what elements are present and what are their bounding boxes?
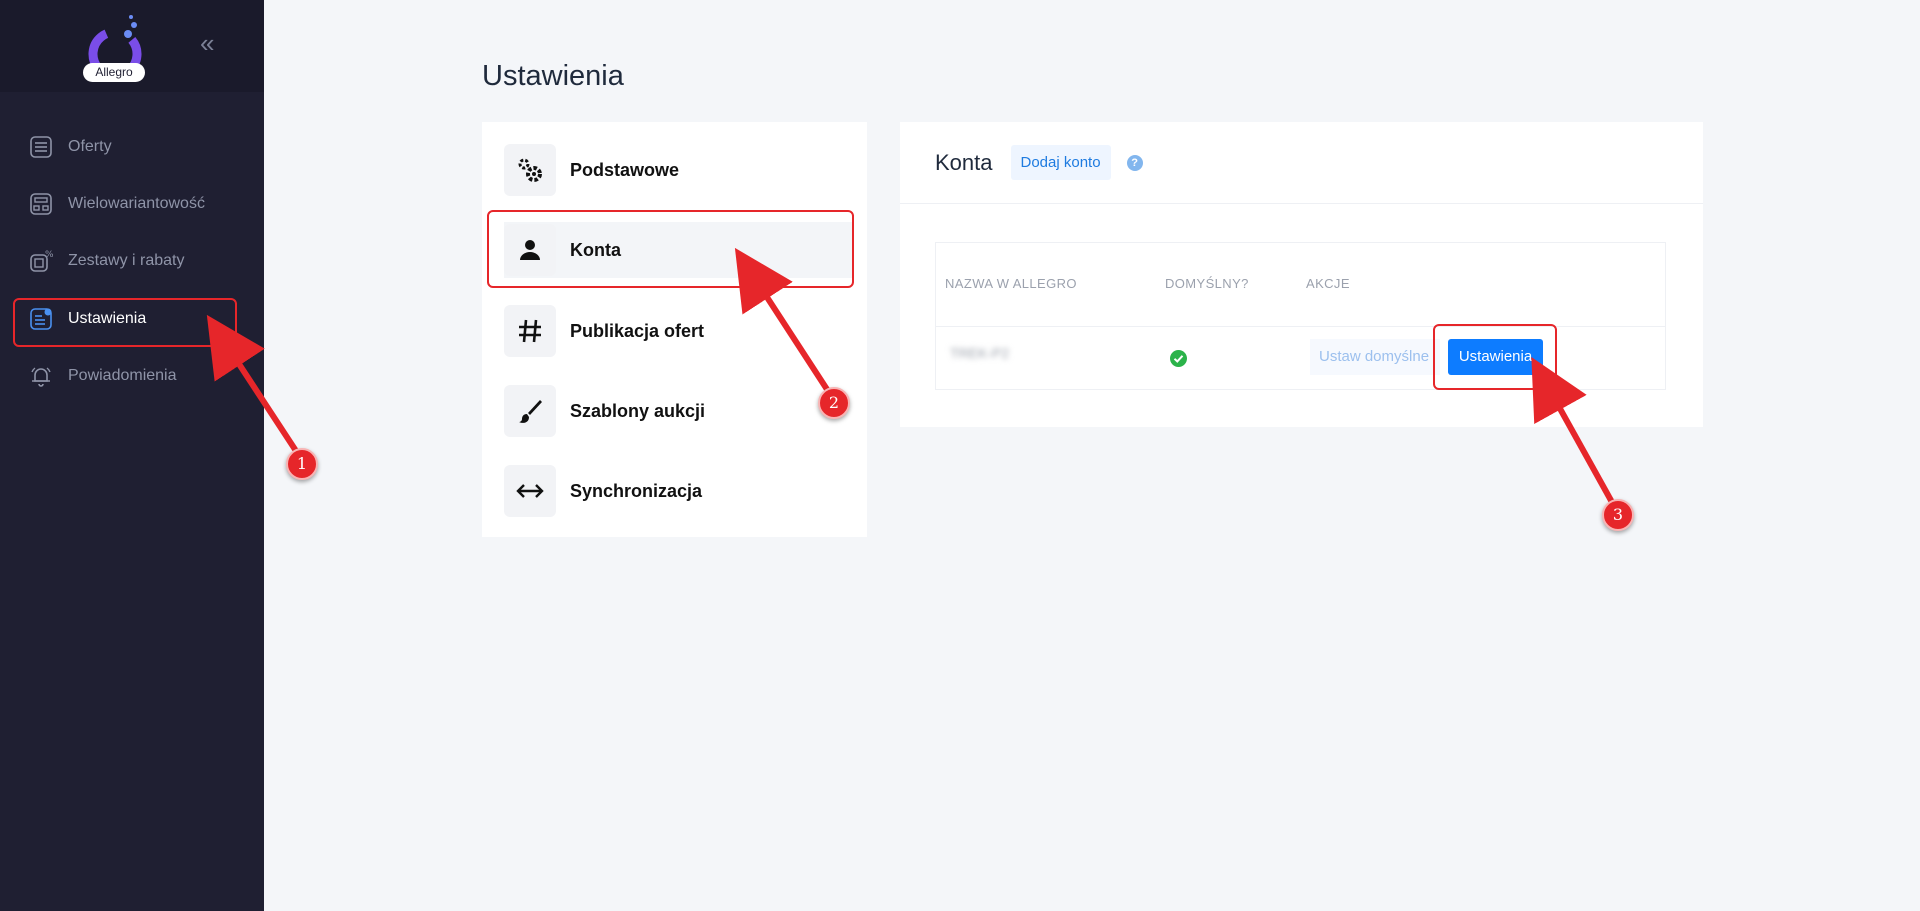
sidebar-item-oferty[interactable]: Oferty <box>14 123 236 171</box>
settings-menu-item-synchronizacja[interactable]: Synchronizacja <box>504 463 854 519</box>
help-icon[interactable]: ? <box>1126 154 1143 171</box>
settings-menu: Podstawowe Konta Publikacja ofert Szablo… <box>482 122 867 537</box>
sidebar-item-powiadomienia[interactable]: Powiadomienia <box>14 352 236 400</box>
settings-menu-label: Szablony aukcji <box>570 400 706 421</box>
column-header-name: NAZWA W ALLEGRO <box>945 276 1077 291</box>
settings-menu-label: Publikacja ofert <box>570 320 705 341</box>
settings-menu-label: Synchronizacja <box>570 480 703 501</box>
variants-icon <box>28 191 54 217</box>
highlight-box-settings-button <box>1433 324 1557 390</box>
highlight-box-konta <box>487 210 854 288</box>
list-icon <box>28 134 54 160</box>
arrows-horizontal-icon <box>504 465 556 517</box>
brush-icon <box>504 385 556 437</box>
bell-icon <box>28 363 54 389</box>
highlight-box-sidebar <box>13 298 237 347</box>
table-header: NAZWA W ALLEGRO DOMYŚLNY? AKCJE <box>936 243 1665 327</box>
accounts-card: Konta Dodaj konto ? NAZWA W ALLEGRO DOMY… <box>900 122 1703 427</box>
account-name: TREK-P2 <box>950 345 1010 361</box>
settings-menu-label: Podstawowe <box>570 159 680 180</box>
sidebar-item-label: Powiadomienia <box>68 367 177 384</box>
hashtag-icon <box>504 305 556 357</box>
annotation-badge-1: 1 <box>286 448 318 480</box>
annotation-badge-2: 2 <box>818 387 850 419</box>
discount-icon: % <box>28 248 54 274</box>
gears-icon <box>504 144 556 196</box>
settings-menu-item-publikacja[interactable]: Publikacja ofert <box>504 303 854 359</box>
sidebar-item-label: Oferty <box>68 138 112 155</box>
sidebar-item-label: Zestawy i rabaty <box>68 252 185 269</box>
accounts-title: Konta <box>935 149 993 175</box>
accounts-card-header: Konta Dodaj konto ? <box>900 122 1703 204</box>
sidebar-header: Allegro « <box>0 0 264 92</box>
settings-menu-item-szablony[interactable]: Szablony aukcji <box>504 383 854 439</box>
sidebar-item-zestawy[interactable]: % Zestawy i rabaty <box>14 237 236 285</box>
page-title: Ustawienia <box>482 60 624 92</box>
logo-label: Allegro <box>83 63 145 82</box>
add-account-button[interactable]: Dodaj konto <box>1010 145 1111 180</box>
annotation-badge-3: 3 <box>1602 499 1634 531</box>
sidebar-item-wielowariantowosc[interactable]: Wielowariantowość <box>14 180 236 228</box>
settings-menu-item-podstawowe[interactable]: Podstawowe <box>504 142 854 198</box>
collapse-sidebar-icon[interactable]: « <box>200 30 222 56</box>
column-header-default: DOMYŚLNY? <box>1165 276 1249 291</box>
set-default-button[interactable]: Ustaw domyślne <box>1310 339 1440 375</box>
svg-text:%: % <box>45 250 53 260</box>
sidebar: Allegro « Oferty Wielowariantowość % Zes… <box>0 0 264 911</box>
column-header-actions: AKCJE <box>1306 276 1350 291</box>
sidebar-item-label: Wielowariantowość <box>68 195 205 212</box>
check-circle-icon <box>1170 350 1187 367</box>
